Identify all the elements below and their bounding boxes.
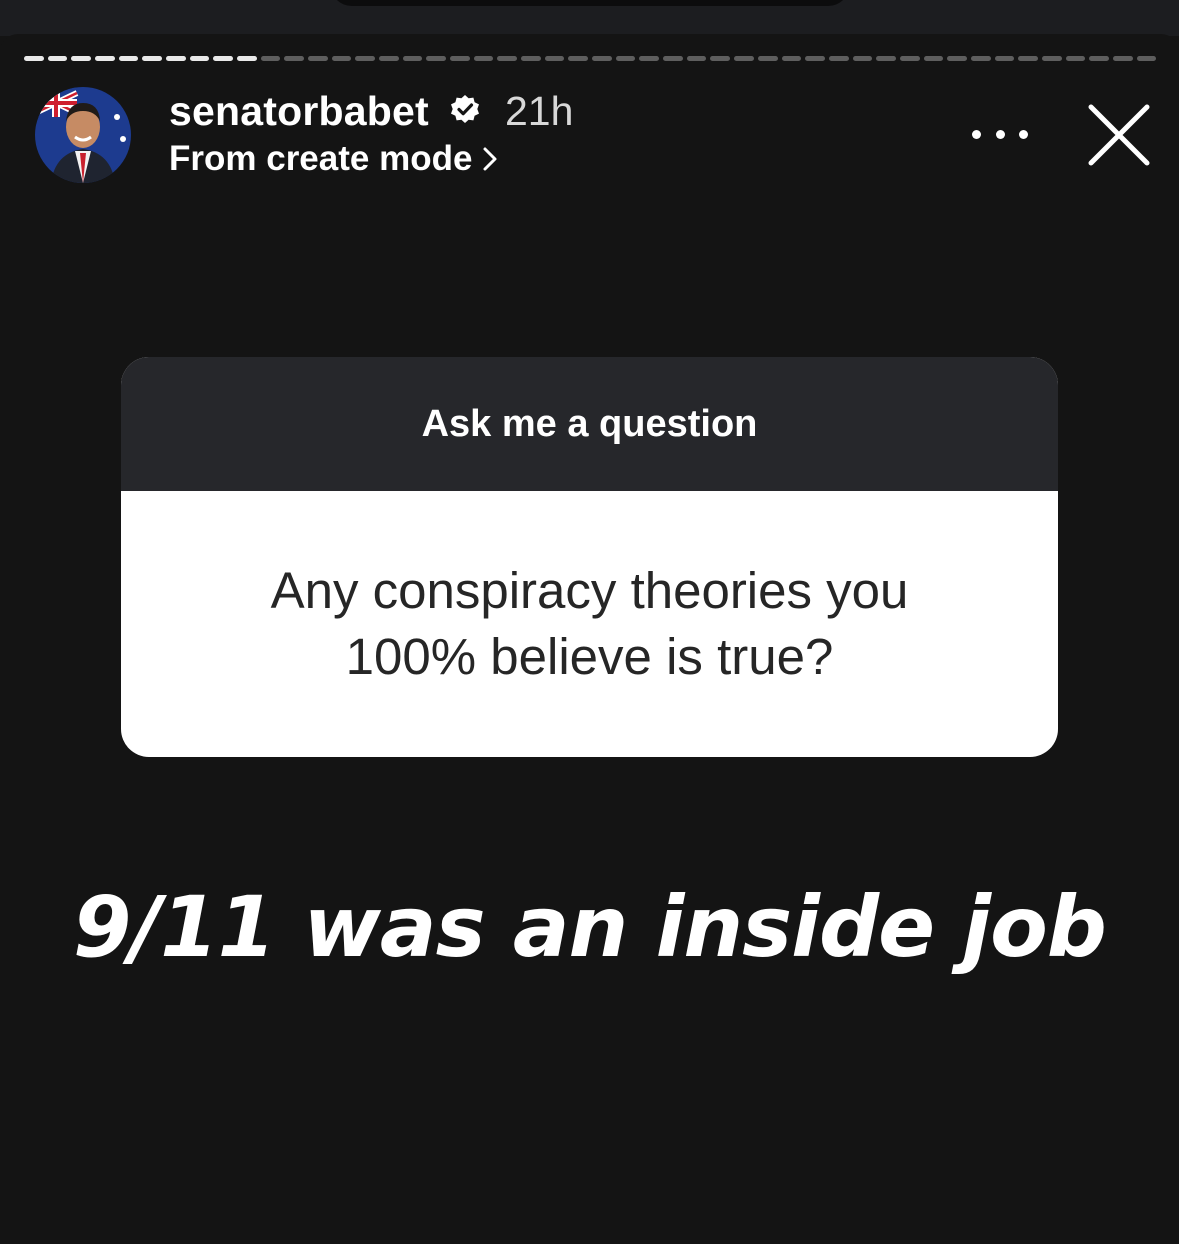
- avatar[interactable]: [35, 87, 131, 183]
- question-sticker[interactable]: Ask me a question Any conspiracy theorie…: [121, 357, 1058, 757]
- progress-segment: [1089, 56, 1109, 61]
- more-options-icon-dot: [972, 129, 981, 139]
- progress-segment: [213, 56, 234, 61]
- progress-segment: [876, 56, 896, 61]
- progress-segment: [142, 56, 163, 61]
- progress-segment: [994, 56, 1015, 61]
- close-icon[interactable]: [1085, 101, 1153, 169]
- progress-segment: [615, 56, 636, 61]
- create-mode-label: From create mode: [169, 139, 473, 178]
- progress-segment: [379, 56, 399, 61]
- progress-segment: [402, 56, 423, 61]
- story-timestamp: 21h: [505, 88, 574, 134]
- progress-segment: [331, 56, 352, 61]
- chevron-right-icon: [483, 147, 497, 171]
- progress-segment: [923, 56, 944, 61]
- progress-segment: [663, 56, 683, 61]
- progress-segment: [947, 56, 967, 61]
- progress-segment: [1112, 56, 1133, 61]
- progress-segment: [1041, 56, 1062, 61]
- progress-segment: [757, 56, 778, 61]
- progress-segment: [71, 56, 92, 61]
- progress-segment: [47, 56, 68, 61]
- progress-segment: [521, 56, 541, 61]
- progress-segment: [852, 56, 873, 61]
- profile-photo-icon: [35, 87, 131, 183]
- answer-text: 9/11 was an inside job: [73, 878, 1107, 976]
- question-text: Any conspiracy theories you 100% believe…: [270, 562, 909, 685]
- device-notch: [330, 0, 850, 6]
- progress-segment: [24, 56, 44, 61]
- progress-segment: [166, 56, 186, 61]
- progress-segment: [805, 56, 825, 61]
- progress-segment: [734, 56, 754, 61]
- progress-segment: [781, 56, 802, 61]
- progress-segment: [1018, 56, 1038, 61]
- progress-segment: [710, 56, 731, 61]
- progress-segment: [308, 56, 328, 61]
- progress-segment: [568, 56, 589, 61]
- verified-badge-icon: [451, 95, 479, 123]
- progress-segment: [95, 56, 115, 61]
- story-progress-bar: [24, 56, 1157, 62]
- progress-segment: [189, 56, 210, 61]
- progress-segment: [544, 56, 565, 61]
- progress-segment: [260, 56, 281, 61]
- username[interactable]: senatorbabet: [169, 88, 429, 135]
- more-options-icon-dot: [1019, 129, 1028, 139]
- create-mode-link[interactable]: From create mode: [169, 139, 498, 179]
- progress-segment: [1136, 56, 1157, 61]
- progress-segment: [592, 56, 612, 61]
- progress-segment: [355, 56, 376, 61]
- progress-segment: [828, 56, 849, 61]
- progress-segment: [284, 56, 305, 61]
- progress-segment: [473, 56, 494, 61]
- progress-segment: [450, 56, 470, 61]
- progress-segment: [970, 56, 991, 61]
- more-options-icon-dot: [995, 129, 1005, 139]
- progress-segment: [426, 56, 447, 61]
- progress-segment: [639, 56, 660, 61]
- status-bar-area: [0, 0, 1179, 36]
- progress-segment: [1065, 56, 1086, 61]
- progress-segment: [497, 56, 518, 61]
- progress-segment: [237, 56, 257, 61]
- progress-segment: [686, 56, 707, 61]
- question-sticker-title: Ask me a question: [121, 357, 1058, 491]
- more-options-button[interactable]: [972, 118, 1028, 150]
- progress-segment: [118, 56, 139, 61]
- progress-segment: [899, 56, 920, 61]
